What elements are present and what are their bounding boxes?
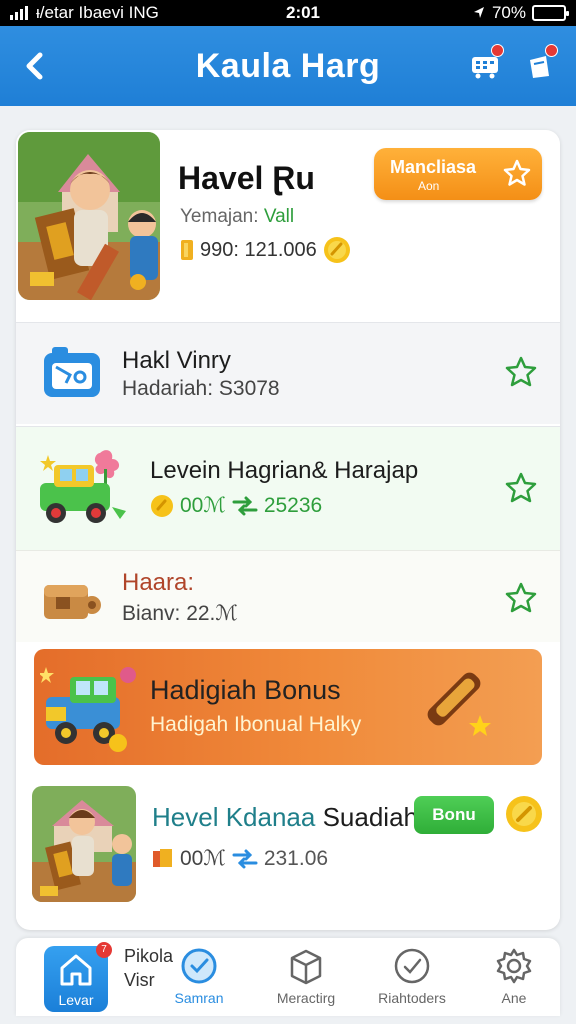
manage-button-sublabel: Aon: [418, 179, 440, 193]
featured-title-dark: Suadiah: [315, 802, 418, 832]
featured-title: Hevel Kdanaa Suadiah: [152, 802, 418, 833]
profile-header: Havel Ɽu Yemajan: Vall 990: 121.006 Manc…: [16, 130, 560, 320]
nav-badge: 7: [96, 942, 112, 958]
featured-meta: 00ℳ 231.06: [152, 846, 328, 871]
gear-icon: [496, 948, 532, 984]
star-icon[interactable]: [504, 581, 538, 615]
box-icon: [290, 949, 322, 985]
nav-riahtoders[interactable]: Riahtoders: [372, 938, 452, 1016]
profile-subtitle: Yemajan: Vall: [180, 206, 294, 228]
home-icon: [60, 954, 92, 986]
page-title: Kaula Harg: [195, 46, 381, 85]
item-meta-a: 00ℳ: [180, 494, 226, 517]
nav-label: Riahtoders: [378, 990, 446, 1006]
profile-name: Havel Ɽu: [178, 160, 315, 196]
nav-label: Meractirg: [276, 990, 336, 1006]
bonus-subtitle: Hadigah Ibonual Halky: [150, 713, 362, 736]
carrier-text: ᵻ/etar Ibaevi ING: [36, 3, 159, 22]
notification-badge: [545, 44, 558, 57]
bonus-banner[interactable]: Hadigiah Bonus Hadigah Ibonual Halky: [34, 649, 542, 765]
gift-button[interactable]: [522, 44, 558, 82]
profile-subtitle-value: Vall: [263, 206, 295, 227]
nav-label: Levar: [58, 992, 94, 1008]
list-item[interactable]: Hakl Vinry Hadariah: S3078: [16, 322, 560, 424]
nav-ane[interactable]: Ane: [482, 938, 546, 1016]
list-item[interactable]: Haara: Bianv: 22.ℳ: [16, 550, 560, 642]
coin-icon: [323, 237, 350, 263]
coin-icon: [151, 494, 173, 517]
app-header: Kaula Harg: [0, 26, 576, 106]
nav-home[interactable]: 7 Levar: [44, 942, 112, 1012]
location-icon: [473, 7, 484, 18]
star-icon[interactable]: [504, 355, 538, 389]
signal-icon: [10, 6, 28, 20]
clock-icon: [181, 948, 217, 984]
profile-subtitle-label: Yemajan:: [180, 206, 264, 227]
battery-percent: 70%: [491, 3, 526, 22]
profile-image: [18, 132, 160, 300]
star-icon: [503, 159, 531, 186]
stat-value: 990: 121.006: [200, 238, 317, 261]
gold-bar-icon: [181, 240, 193, 260]
back-button[interactable]: [18, 48, 54, 84]
bottom-nav: 7 Levar Pikola Visr Samran Meractirg Ria…: [16, 938, 560, 1016]
item-meta: Bianv: 22.ℳ: [122, 602, 238, 625]
item-meta: 00ℳ 25236: [150, 493, 322, 518]
item-title: Levein Hagrian& Harajap: [150, 457, 419, 484]
featured-meta-b: 231.06: [263, 846, 329, 870]
gold-bar-icon: [153, 848, 172, 867]
item-meta-b: 25236: [263, 493, 323, 517]
profile-stat: 990: 121.006: [180, 236, 351, 264]
bonus-title: Hadigiah Bonus: [150, 675, 341, 705]
featured-item[interactable]: Hevel Kdanaa Suadiah Bonu 00ℳ 231.06: [16, 780, 560, 920]
nav-meractirg[interactable]: Meractirg: [266, 938, 346, 1016]
toy-truck-icon: [40, 667, 136, 752]
list-item[interactable]: Levein Hagrian& Harajap 00ℳ 25236: [16, 426, 560, 550]
crayon-icon: [427, 672, 491, 736]
arrows-icon: [232, 496, 258, 515]
status-bar: ᵻ/etar Ibaevi ING 2:01 70%: [0, 0, 576, 26]
item-title: Hakl Vinry: [122, 347, 231, 374]
battery-icon: [532, 5, 569, 21]
item-title: Haara:: [122, 569, 195, 596]
cart-button[interactable]: [468, 44, 504, 82]
clock: 2:01: [285, 3, 321, 22]
featured-image: [32, 786, 136, 902]
manage-button-label: Mancliasa: [390, 157, 477, 177]
camera-icon: [44, 347, 100, 397]
featured-title-teal: Hevel Kdanaa: [152, 802, 316, 832]
star-icon[interactable]: [504, 471, 538, 505]
bonus-pill-button[interactable]: Bonu: [414, 796, 494, 834]
toy-truck-icon: [40, 450, 126, 523]
treasure-box-icon: [44, 585, 101, 619]
nav-label: Samran: [174, 990, 224, 1006]
nav-samran[interactable]: Samran: [166, 938, 232, 1016]
notification-badge: [491, 44, 504, 57]
manage-button[interactable]: Mancliasa Aon: [374, 148, 542, 200]
coin-icon: [506, 796, 542, 832]
check-icon: [394, 948, 430, 984]
item-meta: Hadariah: S3078: [122, 377, 280, 400]
main-card: Havel Ɽu Yemajan: Vall 990: 121.006 Manc…: [16, 130, 560, 930]
featured-meta-a: 00ℳ: [180, 847, 226, 870]
arrows-icon: [232, 849, 258, 868]
nav-label: Ane: [501, 990, 527, 1006]
